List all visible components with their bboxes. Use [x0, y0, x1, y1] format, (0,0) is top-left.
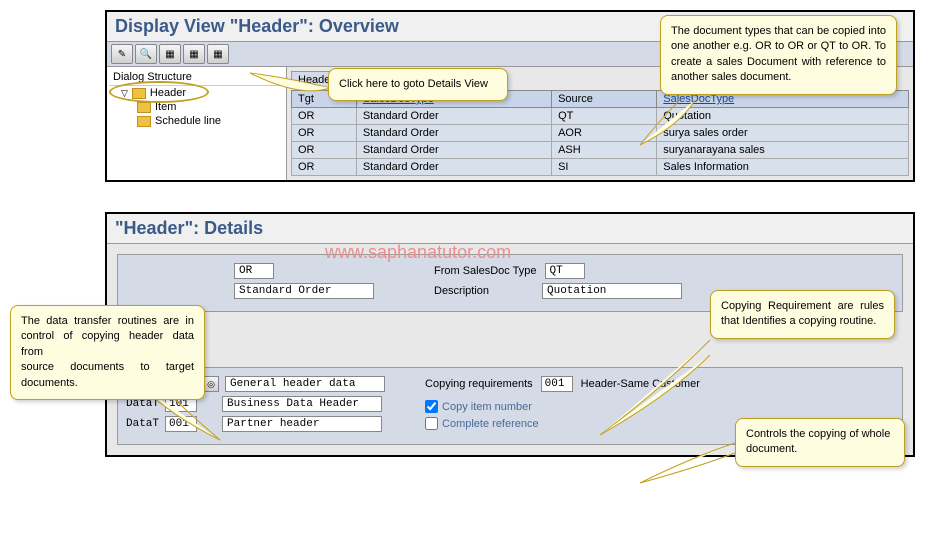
tree-heading: Dialog Structure [109, 69, 284, 86]
toolbar-btn-2[interactable]: 🔍 [135, 44, 157, 64]
complete-reference-checkbox[interactable] [425, 417, 438, 430]
tree-item-schedule[interactable]: Schedule line [109, 114, 284, 128]
table-row[interactable]: OR Standard Order AOR surya sales order [292, 125, 909, 142]
dialog-structure-tree: Dialog Structure ▽ Header Item Schedule … [107, 67, 287, 180]
folder-icon [137, 102, 151, 113]
col-source: Source [552, 91, 657, 108]
datat-desc-1[interactable] [225, 376, 385, 392]
source-type-code[interactable]: QT [545, 263, 585, 279]
copy-item-number-checkbox[interactable] [425, 400, 438, 413]
tree-item-item[interactable]: Item [109, 100, 284, 114]
tree-item-label: Schedule line [155, 115, 221, 127]
tree-item-label: Header [150, 87, 186, 99]
tree-item-header[interactable]: ▽ Header [109, 86, 284, 100]
target-type-code[interactable]: OR [234, 263, 274, 279]
datat-label: DataT [126, 418, 159, 430]
from-salesdoc-label: From SalesDoc Type [434, 265, 537, 277]
copy-req-desc: Header-Same Customer [581, 378, 700, 390]
datat-row-3: DataT [126, 416, 385, 432]
copy-req-column: Copying requirements Header-Same Custome… [425, 376, 700, 436]
watermark: www.saphanatutor.com [325, 242, 511, 263]
table-row[interactable]: OR Standard Order QT Quotation [292, 108, 909, 125]
complete-reference-row: Complete reference [425, 417, 700, 430]
details-title: "Header": Details [107, 214, 913, 244]
copy-req-label: Copying requirements [425, 378, 533, 390]
table-row[interactable]: OR Standard Order ASH suryanarayana sale… [292, 142, 909, 159]
table-row[interactable]: OR Standard Order SI Sales Information [292, 159, 909, 176]
copy-req-code[interactable] [541, 376, 573, 392]
callout-copy-req: Copying Requirement are rules that Ident… [710, 290, 895, 339]
target-type-desc: Standard Order [234, 283, 374, 299]
copy-control-table: Tgt SalesDocType Source SalesDocType OR … [291, 90, 909, 176]
callout-data-transfer: The data transfer routines are in contro… [10, 305, 205, 400]
datat-desc-2[interactable] [222, 396, 382, 412]
toolbar-btn-5[interactable]: ▦ [207, 44, 229, 64]
complete-reference-label: Complete reference [442, 418, 539, 430]
copy-item-number-label: Copy item number [442, 401, 532, 413]
datat-code-3[interactable] [165, 416, 197, 432]
copy-requirements-row: Copying requirements Header-Same Custome… [425, 376, 700, 392]
description-label: Description [434, 285, 534, 297]
source-type-desc: Quotation [542, 283, 682, 299]
copy-item-number-row: Copy item number [425, 400, 700, 413]
toolbar-btn-4[interactable]: ▦ [183, 44, 205, 64]
search-help-icon[interactable]: ◎ [203, 376, 219, 392]
toolbar-btn-3[interactable]: ▦ [159, 44, 181, 64]
callout-doc-types: The document types that can be copied in… [660, 15, 897, 95]
folder-icon [132, 88, 146, 99]
tree-item-label: Item [155, 101, 176, 113]
folder-icon [137, 116, 151, 127]
datat-desc-3[interactable] [222, 416, 382, 432]
toolbar-btn-1[interactable]: ✎ [111, 44, 133, 64]
callout-whole-doc: Controls the copying of whole document. [735, 418, 905, 467]
callout-details-view: Click here to goto Details View [328, 68, 508, 101]
